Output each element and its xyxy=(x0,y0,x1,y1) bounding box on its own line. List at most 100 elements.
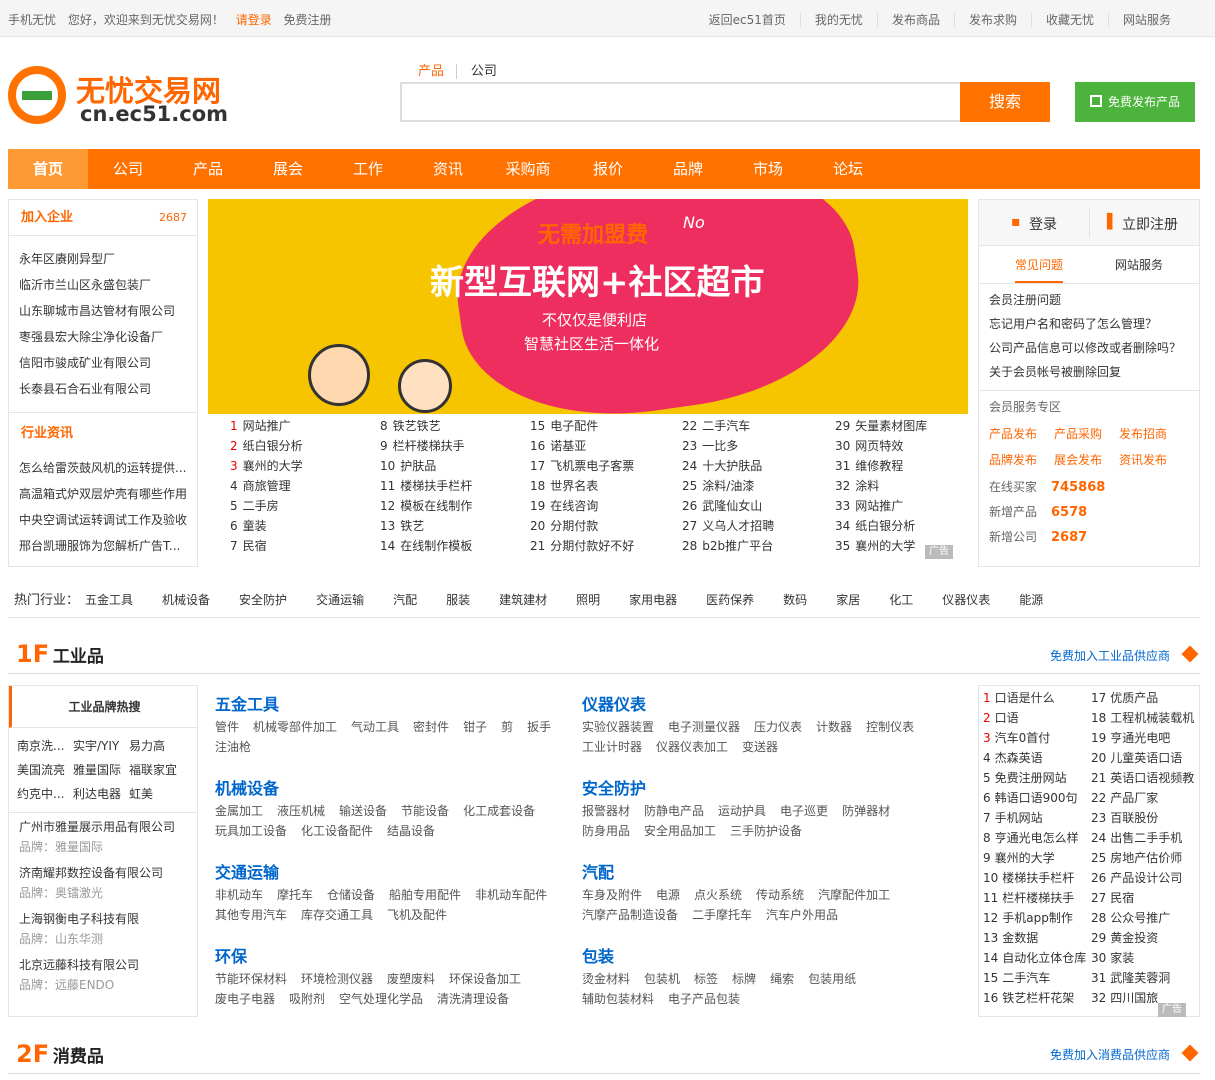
category-link[interactable]: 玩具加工设备 xyxy=(215,821,287,841)
rank-link[interactable]: 19 亨通光电吧 xyxy=(1091,728,1194,748)
category-title[interactable]: 环保 xyxy=(215,943,570,969)
rank-link[interactable]: 7 手机网站 xyxy=(983,808,1086,828)
category-link[interactable]: 包装机 xyxy=(644,969,680,989)
category-link[interactable]: 结晶设备 xyxy=(387,821,435,841)
company-link[interactable]: 信阳市骏成矿业有限公司 xyxy=(9,350,197,376)
rank-link[interactable]: 18 工程机械装载机 xyxy=(1091,708,1194,728)
category-link[interactable]: 防弹器材 xyxy=(842,801,890,821)
category-link[interactable]: 密封件 xyxy=(413,717,449,737)
category-link[interactable]: 车身及附件 xyxy=(582,885,642,905)
category-link[interactable]: 非机动车配件 xyxy=(475,885,547,905)
rank-link[interactable]: 28 公众号推广 xyxy=(1091,908,1194,928)
rank-link[interactable]: 5 免费注册网站 xyxy=(983,768,1086,788)
category-link[interactable]: 摩托车 xyxy=(277,885,313,905)
nav-item[interactable]: 采购商 xyxy=(488,149,568,189)
hot-industry-link[interactable]: 仪器仪表 xyxy=(942,593,990,607)
hot-industry-link[interactable]: 家用电器 xyxy=(629,593,677,607)
category-link[interactable]: 工业计时器 xyxy=(582,737,642,757)
hot-link[interactable]: 31 维修教程 xyxy=(835,456,985,476)
faq-link[interactable]: 关于会员帐号被删除回复 xyxy=(979,360,1199,384)
rank-link[interactable]: 21 英语口语视频教 xyxy=(1091,768,1194,788)
category-link[interactable]: 管件 xyxy=(215,717,239,737)
category-link[interactable]: 压力仪表 xyxy=(754,717,802,737)
service-link[interactable]: 品牌发布 xyxy=(989,447,1054,473)
brand-link[interactable]: 福联家宜 xyxy=(129,758,185,782)
category-link[interactable]: 空气处理化学品 xyxy=(339,989,423,1009)
category-link[interactable]: 实验仪器装置 xyxy=(582,717,654,737)
hot-link[interactable]: 3 襄州的大学 xyxy=(230,456,380,476)
brand-link[interactable]: 虹美 xyxy=(129,782,185,806)
rank-link[interactable]: 2 口语 xyxy=(983,708,1086,728)
brand-link[interactable]: 南京洗... xyxy=(17,734,73,758)
category-link[interactable]: 汽车户外用品 xyxy=(766,905,838,925)
hot-industry-link[interactable]: 汽配 xyxy=(393,593,417,607)
brand-company-link[interactable]: 上海钢衡电子科技有限 xyxy=(19,909,187,929)
service-link[interactable]: 展会发布 xyxy=(1054,447,1119,473)
faq-link[interactable]: 忘记用户名和密码了怎么管理？ xyxy=(979,312,1199,336)
category-link[interactable]: 三手防护设备 xyxy=(730,821,802,841)
nav-item[interactable]: 公司 xyxy=(88,149,168,189)
category-link[interactable]: 防静电产品 xyxy=(644,801,704,821)
search-tab-product[interactable]: 产品 xyxy=(418,64,458,79)
hot-link[interactable]: 1 网站推广 xyxy=(230,416,380,436)
rank-link[interactable]: 14 自动化立体仓库 xyxy=(983,948,1086,968)
category-link[interactable]: 气动工具 xyxy=(351,717,399,737)
hot-link[interactable]: 13 铁艺 xyxy=(380,516,530,536)
hot-link[interactable]: 30 网页特效 xyxy=(835,436,985,456)
rank-link[interactable]: 31 武隆芙蓉洞 xyxy=(1091,968,1194,988)
rank-link[interactable]: 23 百联股份 xyxy=(1091,808,1194,828)
category-link[interactable]: 仪器仪表加工 xyxy=(656,737,728,757)
tab-faq[interactable]: 常见问题 xyxy=(1015,256,1064,283)
brand-company-link[interactable]: 广州市雅量展示用品有限公司 xyxy=(19,817,187,837)
rank-link[interactable]: 30 家装 xyxy=(1091,948,1194,968)
rank-link[interactable]: 26 产品设计公司 xyxy=(1091,868,1194,888)
company-link[interactable]: 枣强县宏大除尘净化设备厂 xyxy=(9,324,197,350)
hot-link[interactable]: 9 栏杆楼梯扶手 xyxy=(380,436,530,456)
category-link[interactable]: 输送设备 xyxy=(339,801,387,821)
hot-industry-link[interactable]: 照明 xyxy=(576,593,600,607)
category-link[interactable]: 扳手 xyxy=(527,717,551,737)
category-link[interactable]: 标牌 xyxy=(732,969,756,989)
category-link[interactable]: 点火系统 xyxy=(694,885,742,905)
category-link[interactable]: 机械零部件加工 xyxy=(253,717,337,737)
category-link[interactable]: 剪 xyxy=(501,717,513,737)
category-link[interactable]: 飞机及配件 xyxy=(387,905,447,925)
category-link[interactable]: 运动护具 xyxy=(718,801,766,821)
category-link[interactable]: 标签 xyxy=(694,969,718,989)
top-link[interactable]: 网站服务 xyxy=(1107,13,1185,27)
category-link[interactable]: 汽摩产品制造设备 xyxy=(582,905,678,925)
category-link[interactable]: 清洗清理设备 xyxy=(437,989,509,1009)
rank-link[interactable]: 8 亨通光电怎么样 xyxy=(983,828,1086,848)
hot-link[interactable]: 12 模板在线制作 xyxy=(380,496,530,516)
category-title[interactable]: 汽配 xyxy=(582,859,937,885)
brand-link[interactable]: 约克中... xyxy=(17,782,73,806)
category-link[interactable]: 传动系统 xyxy=(756,885,804,905)
floor2-join-link[interactable]: 免费加入消费品供应商 xyxy=(1050,1046,1170,1063)
category-link[interactable]: 钳子 xyxy=(463,717,487,737)
rank-link[interactable]: 25 房地产估价师 xyxy=(1091,848,1194,868)
brand-company-link[interactable]: 济南耀邦数控设备有限公司 xyxy=(19,863,187,883)
category-link[interactable]: 液压机械 xyxy=(277,801,325,821)
rank-link[interactable]: 1 口语是什么 xyxy=(983,688,1086,708)
category-title[interactable]: 交通运输 xyxy=(215,859,570,885)
nav-item[interactable]: 产品 xyxy=(168,149,248,189)
top-link[interactable]: 我的无忧 xyxy=(799,13,877,27)
brand-link[interactable]: 美国流亮 xyxy=(17,758,73,782)
category-link[interactable]: 电子测量仪器 xyxy=(668,717,740,737)
rank-link[interactable]: 12 手机app制作 xyxy=(983,908,1086,928)
hot-link[interactable]: 18 世界名表 xyxy=(530,476,680,496)
banner-ad[interactable]: No 无需加盟费 新型互联网+社区超市 不仅仅是便利店 智慧社区生活一体化 xyxy=(208,199,968,414)
rank-link[interactable]: 4 杰森英语 xyxy=(983,748,1086,768)
hot-link[interactable]: 28 b2b推广平台 xyxy=(682,536,832,556)
category-title[interactable]: 机械设备 xyxy=(215,775,570,801)
brand-link[interactable]: 利达电器 xyxy=(73,782,129,806)
news-link[interactable]: 怎么给雷茨鼓风机的运转提供... xyxy=(9,455,197,481)
service-link[interactable]: 产品发布 xyxy=(989,421,1054,447)
category-link[interactable]: 二手摩托车 xyxy=(692,905,752,925)
category-link[interactable]: 节能设备 xyxy=(401,801,449,821)
hot-industry-link[interactable]: 机械设备 xyxy=(162,593,210,607)
rank-link[interactable]: 22 产品厂家 xyxy=(1091,788,1194,808)
category-link[interactable]: 安全用品加工 xyxy=(644,821,716,841)
hot-link[interactable]: 15 电子配件 xyxy=(530,416,680,436)
member-register-button[interactable]: 立即注册 xyxy=(1122,214,1178,234)
